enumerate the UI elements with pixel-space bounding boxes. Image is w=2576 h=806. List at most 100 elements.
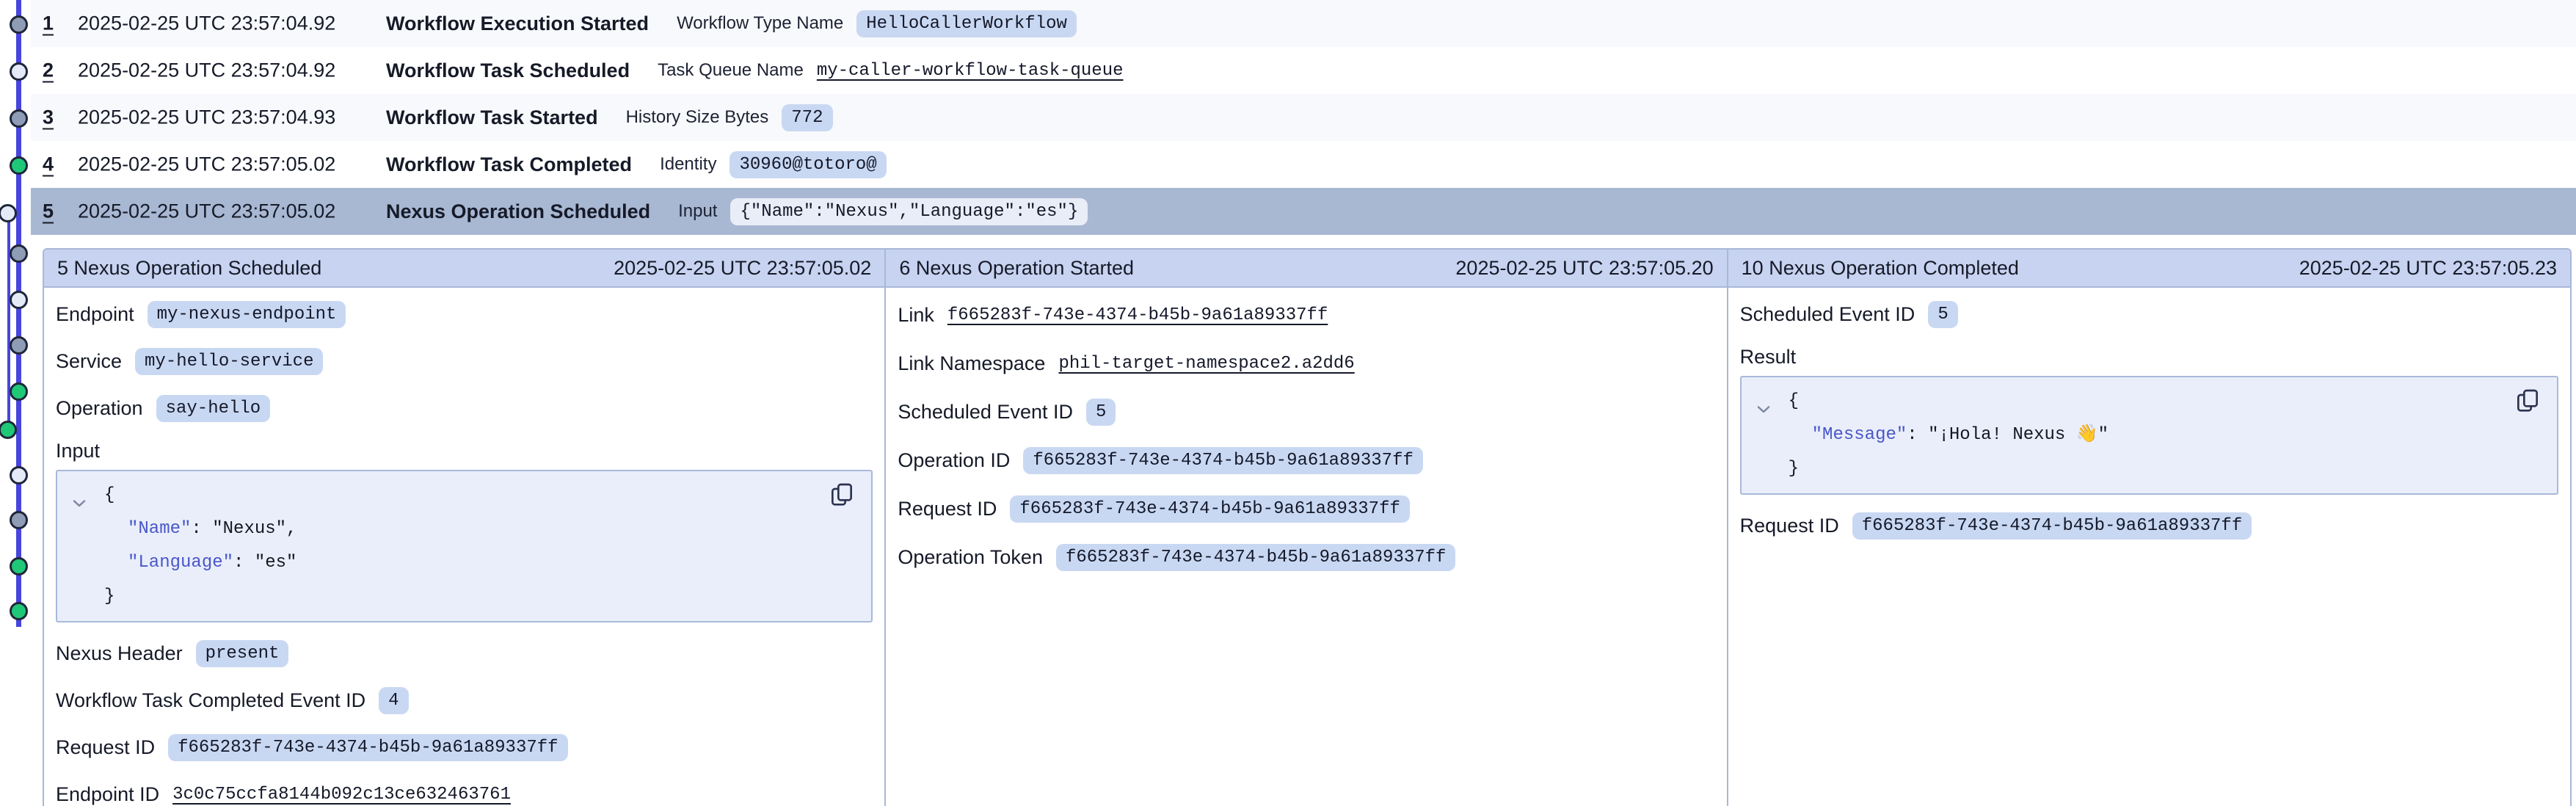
- service-label: Service: [56, 350, 122, 373]
- timeline-event-dot-7[interactable]: [10, 291, 28, 309]
- timeline-main-line: [16, 0, 21, 627]
- request-id-badge: f665283f-743e-4374-b45b-9a61a89337ff: [168, 734, 567, 761]
- json-open-brace: {: [104, 479, 805, 512]
- timeline-event-dot-5[interactable]: [0, 204, 17, 222]
- event-row-1[interactable]: 1 2025-02-25 UTC 23:57:04.92 Workflow Ex…: [31, 0, 2576, 47]
- result-label: Result: [1740, 346, 1797, 368]
- timeline-event-dot-6[interactable]: [10, 244, 28, 263]
- event-name: Workflow Execution Started: [386, 12, 649, 35]
- event-id-link[interactable]: 4: [43, 153, 54, 176]
- event-group-detail-panels: 5 Nexus Operation Scheduled 2025-02-25 U…: [43, 248, 2572, 806]
- json-line: "Name": "Nexus",: [104, 512, 805, 546]
- operation-token-label: Operation Token: [898, 546, 1043, 569]
- endpoint-value-badge: my-nexus-endpoint: [148, 301, 346, 328]
- event-time: 2025-02-25 UTC 23:57:05.02: [78, 153, 335, 176]
- result-json-viewer: { "Message": "¡Hola! Nexus 👋" }: [1740, 376, 2558, 495]
- operation-id-badge: f665283f-743e-4374-b45b-9a61a89337ff: [1023, 447, 1422, 474]
- timeline-event-dot-13[interactable]: [10, 557, 28, 576]
- timeline-event-dot-3[interactable]: [10, 109, 28, 128]
- event-id-link[interactable]: 5: [43, 200, 54, 223]
- panel-title: 6 Nexus Operation Started: [899, 257, 1134, 280]
- panel-header: 10 Nexus Operation Completed 2025-02-25 …: [1728, 250, 2570, 288]
- request-id-label: Request ID: [56, 736, 155, 759]
- copy-icon[interactable]: [830, 482, 854, 510]
- event-detail-label: Task Queue Name: [658, 60, 804, 81]
- event-detail-value-badge: HelloCallerWorkflow: [856, 10, 1077, 37]
- panel-timestamp: 2025-02-25 UTC 23:57:05.02: [614, 257, 871, 280]
- link-namespace-label: Link Namespace: [898, 352, 1045, 375]
- panel-timestamp: 2025-02-25 UTC 23:57:05.23: [2299, 257, 2557, 280]
- operation-value-badge: say-hello: [156, 395, 271, 422]
- event-name: Workflow Task Started: [386, 106, 598, 129]
- operation-id-label: Operation ID: [898, 449, 1010, 472]
- timeline-event-dot-1[interactable]: [10, 15, 28, 34]
- service-value-badge: my-hello-service: [135, 348, 323, 375]
- endpoint-id-link[interactable]: 3c0c75ccfa8144b092c13ce632463761: [172, 785, 511, 805]
- timeline-event-dot-10[interactable]: [0, 421, 17, 439]
- timeline-event-dot-2[interactable]: [10, 62, 28, 81]
- nexus-header-label: Nexus Header: [56, 642, 183, 665]
- timeline-event-dot-8[interactable]: [10, 336, 28, 355]
- event-name: Workflow Task Scheduled: [386, 59, 630, 82]
- request-id-label: Request ID: [1740, 515, 1839, 537]
- link-namespace-link[interactable]: phil-target-namespace2.a2dd6: [1058, 354, 1354, 374]
- event-time: 2025-02-25 UTC 23:57:04.92: [78, 59, 335, 82]
- event-id-link[interactable]: 3: [43, 106, 54, 129]
- request-id-label: Request ID: [898, 498, 997, 520]
- event-row-3[interactable]: 3 2025-02-25 UTC 23:57:04.93 Workflow Ta…: [31, 94, 2576, 141]
- panel-header: 6 Nexus Operation Started 2025-02-25 UTC…: [886, 250, 1726, 288]
- task-queue-link[interactable]: my-caller-workflow-task-queue: [817, 61, 1124, 81]
- operation-label: Operation: [56, 397, 143, 420]
- panel-timestamp: 2025-02-25 UTC 23:57:05.20: [1455, 257, 1713, 280]
- request-id-badge: f665283f-743e-4374-b45b-9a61a89337ff: [1010, 495, 1409, 523]
- panel-nexus-operation-started: 6 Nexus Operation Started 2025-02-25 UTC…: [886, 250, 1728, 806]
- json-line: "Message": "¡Hola! Nexus 👋": [1789, 418, 2491, 452]
- panel-title: 5 Nexus Operation Scheduled: [57, 257, 321, 280]
- timeline-event-dot-12[interactable]: [10, 511, 28, 529]
- event-id-link[interactable]: 2: [43, 59, 54, 82]
- event-timeline-gutter: [0, 0, 43, 803]
- link-label: Link: [898, 304, 934, 327]
- request-id-badge: f665283f-743e-4374-b45b-9a61a89337ff: [1852, 512, 2252, 540]
- timeline-event-dot-14[interactable]: [10, 602, 28, 620]
- event-name: Nexus Operation Scheduled: [386, 200, 650, 223]
- operation-token-badge: f665283f-743e-4374-b45b-9a61a89337ff: [1056, 544, 1455, 571]
- event-detail-label: History Size Bytes: [626, 107, 769, 128]
- event-detail-value-badge: 30960@totoro@: [729, 151, 886, 178]
- event-row-4[interactable]: 4 2025-02-25 UTC 23:57:05.02 Workflow Ta…: [31, 141, 2576, 188]
- json-line: "Language": "es": [104, 546, 805, 580]
- event-row-2[interactable]: 2 2025-02-25 UTC 23:57:04.92 Workflow Ta…: [31, 47, 2576, 94]
- scheduled-event-id-badge: 5: [1928, 301, 1957, 328]
- wtc-event-id-label: Workflow Task Completed Event ID: [56, 689, 365, 712]
- json-open-brace: {: [1789, 385, 2491, 418]
- input-json-viewer: { "Name": "Nexus", "Language": "es" }: [56, 470, 873, 622]
- event-detail-label: Workflow Type Name: [677, 13, 843, 34]
- copy-icon[interactable]: [2516, 388, 2539, 416]
- scheduled-event-id-label: Scheduled Event ID: [1740, 303, 1915, 326]
- event-detail-value-badge: 772: [782, 104, 832, 131]
- timeline-event-dot-4[interactable]: [10, 156, 28, 175]
- event-row-5-selected[interactable]: 5 2025-02-25 UTC 23:57:05.02 Nexus Opera…: [31, 188, 2576, 235]
- event-time: 2025-02-25 UTC 23:57:04.93: [78, 106, 335, 129]
- input-label: Input: [56, 440, 100, 462]
- collapse-chevron-icon[interactable]: [1756, 393, 1771, 427]
- timeline-branch-line: [7, 213, 10, 431]
- json-close-brace: }: [104, 580, 805, 614]
- event-name: Workflow Task Completed: [386, 153, 632, 176]
- endpoint-label: Endpoint: [56, 303, 134, 326]
- scheduled-event-id-label: Scheduled Event ID: [898, 401, 1073, 424]
- panel-title: 10 Nexus Operation Completed: [1742, 257, 2019, 280]
- collapse-chevron-icon[interactable]: [72, 487, 87, 521]
- timeline-event-dot-9[interactable]: [10, 382, 28, 401]
- wtc-event-id-badge: 4: [379, 687, 408, 714]
- nexus-header-value-badge: present: [196, 640, 289, 667]
- event-id-link[interactable]: 1: [43, 12, 54, 35]
- event-detail-label: Input: [678, 201, 717, 222]
- panel-header: 5 Nexus Operation Scheduled 2025-02-25 U…: [44, 250, 884, 288]
- panel-nexus-operation-scheduled: 5 Nexus Operation Scheduled 2025-02-25 U…: [44, 250, 886, 806]
- json-close-brace: }: [1789, 452, 2491, 486]
- timeline-event-dot-11[interactable]: [10, 466, 28, 484]
- link-value-link[interactable]: f665283f-743e-4374-b45b-9a61a89337ff: [947, 305, 1328, 325]
- panel-nexus-operation-completed: 10 Nexus Operation Completed 2025-02-25 …: [1728, 250, 2570, 806]
- endpoint-id-label: Endpoint ID: [56, 783, 159, 806]
